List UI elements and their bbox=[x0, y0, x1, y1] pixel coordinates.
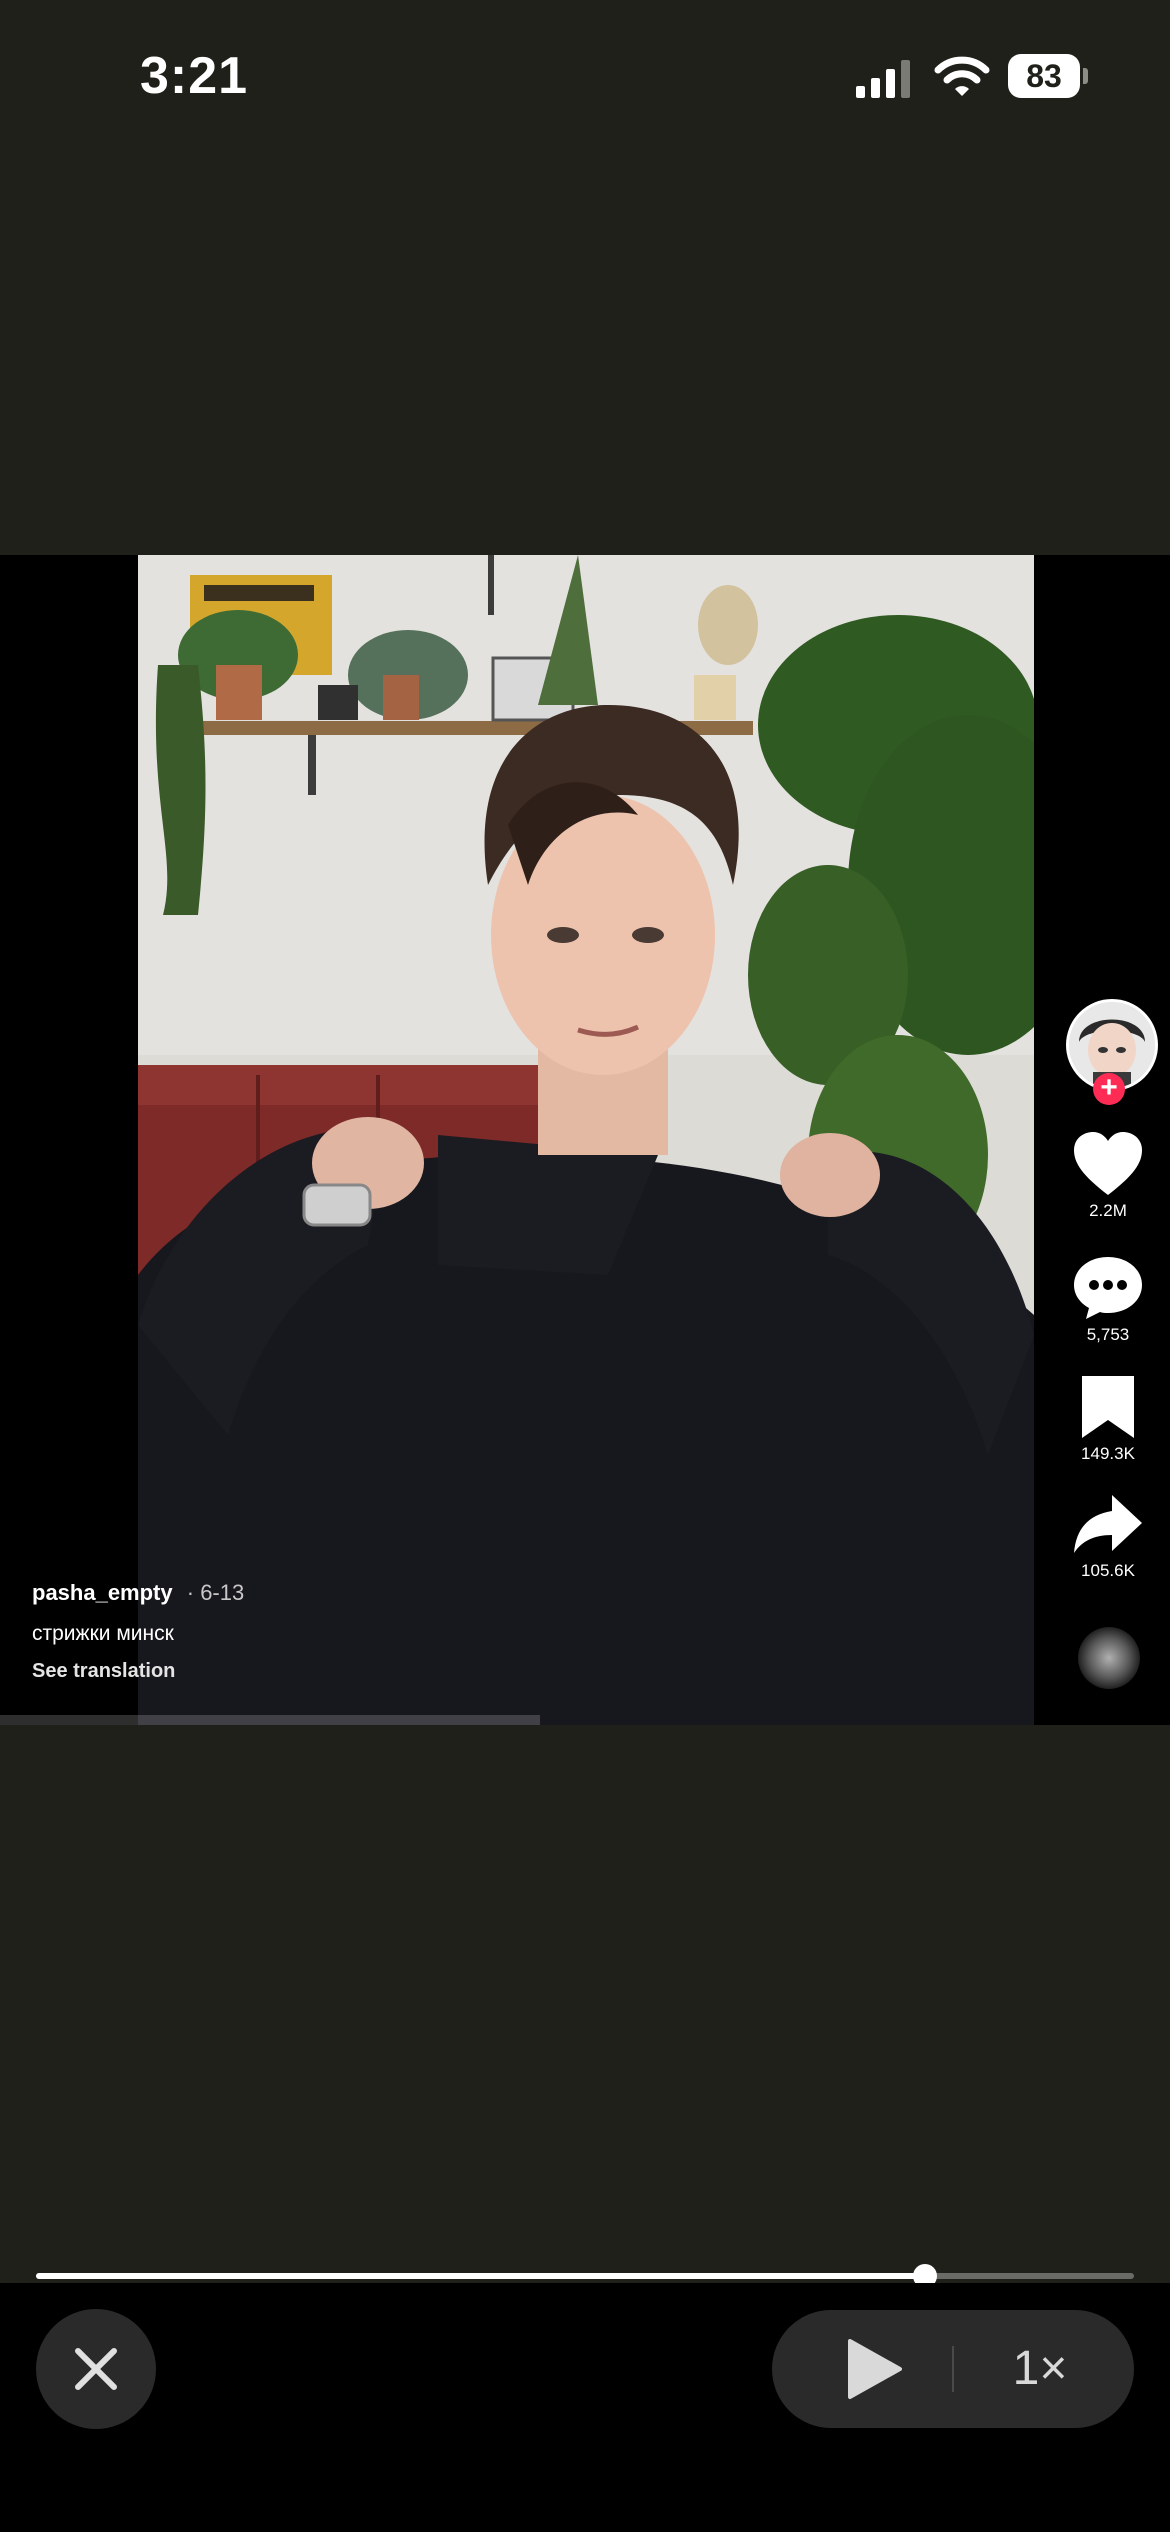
video-description: стрижки минск bbox=[32, 1622, 174, 1645]
caption-strip bbox=[0, 1715, 540, 1725]
wifi-icon bbox=[934, 56, 990, 96]
share-arrow-icon bbox=[1074, 1495, 1142, 1553]
battery-level: 83 bbox=[1026, 58, 1062, 94]
share-button[interactable]: 105.6K bbox=[1063, 1491, 1153, 1581]
follow-plus-button[interactable]: + bbox=[1093, 1073, 1125, 1105]
comment-button[interactable]: 5,753 bbox=[1063, 1255, 1153, 1345]
screen: 3:21 83 pasha_empty · 6-13 стрижки минск… bbox=[0, 0, 1170, 2532]
status-time: 3:21 bbox=[140, 47, 249, 105]
playback-controls-bar: 1× bbox=[0, 2283, 1170, 2532]
battery-icon: 83 bbox=[1008, 54, 1088, 98]
cellular-signal-icon bbox=[856, 60, 910, 98]
share-count: 105.6K bbox=[1081, 1561, 1135, 1580]
playback-pill: 1× bbox=[772, 2310, 1134, 2428]
pill-divider bbox=[952, 2346, 954, 2392]
creator-username[interactable]: pasha_empty bbox=[32, 1580, 173, 1605]
close-icon bbox=[75, 2348, 117, 2390]
bookmark-icon bbox=[1082, 1376, 1134, 1438]
post-date: · 6-13 bbox=[186, 1580, 245, 1605]
comment-count: 5,753 bbox=[1086, 1325, 1130, 1344]
play-icon[interactable] bbox=[842, 2337, 906, 2401]
video-caption: pasha_empty · 6-13 стрижки минск See tra… bbox=[32, 1580, 632, 1683]
playback-speed-button[interactable]: 1× bbox=[970, 2310, 1110, 2428]
caption-user-row: pasha_empty · 6-13 bbox=[32, 1580, 632, 1606]
save-count: 149.3K bbox=[1081, 1444, 1135, 1463]
status-bar: 3:21 83 bbox=[0, 0, 1170, 150]
like-count: 2.2M bbox=[1089, 1201, 1127, 1220]
see-translation-link[interactable]: See translation bbox=[32, 1660, 632, 1683]
music-disc-icon[interactable] bbox=[1078, 1627, 1140, 1689]
like-button[interactable]: 2.2M bbox=[1063, 1131, 1153, 1221]
video-thumbnail bbox=[138, 555, 1034, 1725]
comment-bubble-icon bbox=[1074, 1257, 1142, 1319]
close-button[interactable] bbox=[36, 2309, 156, 2429]
save-button[interactable]: 149.3K bbox=[1063, 1374, 1153, 1464]
scrubber-progress bbox=[36, 2273, 926, 2279]
video-frame[interactable]: pasha_empty · 6-13 стрижки минск See tra… bbox=[0, 555, 1170, 1725]
heart-icon bbox=[1074, 1132, 1142, 1195]
